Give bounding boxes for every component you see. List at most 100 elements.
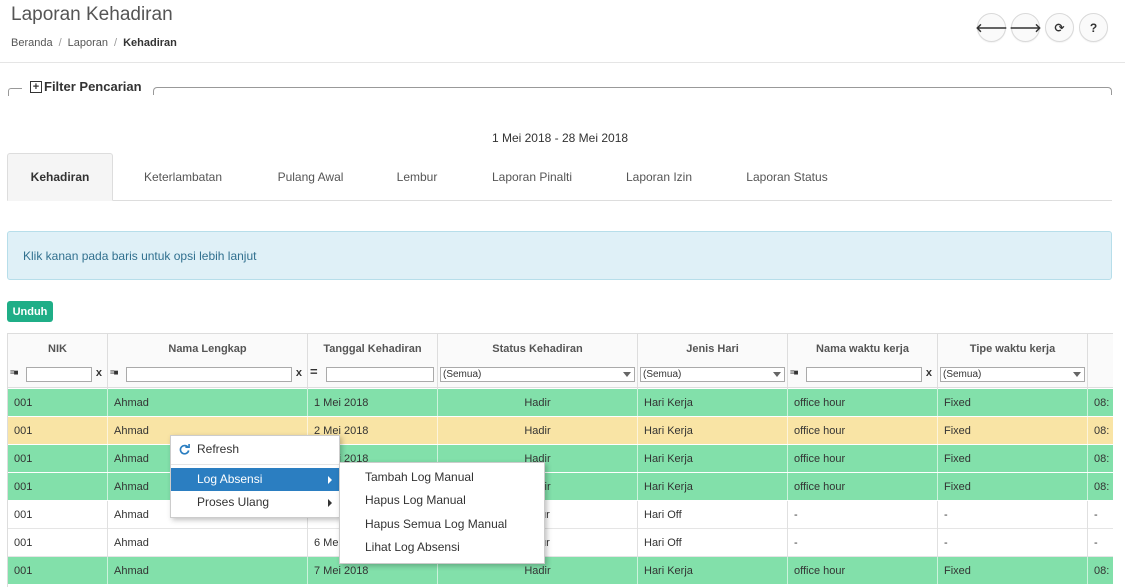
- menu-item-proses-ulang[interactable]: Proses Ulang: [171, 491, 339, 514]
- filter-jenis-hari-select[interactable]: (Semua): [640, 367, 785, 382]
- column-header-nik[interactable]: NIK =■ x: [8, 334, 108, 389]
- tab-pulang-awal[interactable]: Pulang Awal: [263, 153, 358, 201]
- filter-operator-icon[interactable]: =■: [10, 368, 18, 377]
- question-icon: ?: [1089, 20, 1098, 35]
- table-cell: -: [1088, 529, 1113, 557]
- grid-header: NIK =■ x Nama Lengkap =■ x Tanggal Kehad…: [8, 333, 1113, 389]
- table-cell: Hari Kerja: [638, 557, 788, 585]
- table-cell: Fixed: [938, 417, 1088, 445]
- filter-fieldset-border: [8, 88, 22, 96]
- table-cell: 08:: [1088, 417, 1113, 445]
- filter-operator-icon[interactable]: =■: [790, 368, 798, 377]
- menu-item-tambah-log[interactable]: Tambah Log Manual: [340, 466, 544, 489]
- clear-filter-icon[interactable]: x: [296, 367, 302, 379]
- report-tabs: Kehadiran Keterlambatan Pulang Awal Lemb…: [7, 153, 1112, 201]
- table-cell: Hari Kerja: [638, 389, 788, 417]
- breadcrumb-current: Kehadiran: [123, 37, 177, 49]
- breadcrumb: Beranda / Laporan / Kehadiran: [11, 37, 177, 49]
- filter-panel: + Filter Pencarian: [8, 78, 1112, 98]
- table-cell: 001: [8, 557, 108, 585]
- forward-button[interactable]: 🡒: [1009, 13, 1042, 42]
- tab-laporan-izin[interactable]: Laporan Izin: [611, 153, 707, 201]
- table-cell: 08:: [1088, 557, 1113, 585]
- table-cell: 001: [8, 473, 108, 501]
- table-cell: -: [938, 501, 1088, 529]
- table-cell: 08:: [1088, 445, 1113, 473]
- menu-item-hapus-semua-log[interactable]: Hapus Semua Log Manual: [340, 513, 544, 536]
- tab-keterlambatan[interactable]: Keterlambatan: [125, 153, 241, 201]
- table-cell: Hadir: [438, 417, 638, 445]
- table-cell: Hari Kerja: [638, 417, 788, 445]
- table-row[interactable]: 001 Ahmad 1 Mei 2018 Hadir Hari Kerja office …: [8, 389, 1113, 417]
- chevron-right-icon: [328, 499, 332, 507]
- clear-filter-icon[interactable]: x: [926, 367, 932, 379]
- column-header-status[interactable]: Status Kehadiran (Semua): [438, 334, 638, 389]
- filter-operator-icon[interactable]: =: [310, 364, 318, 379]
- table-cell: -: [788, 501, 938, 529]
- table-cell: Hari Off: [638, 501, 788, 529]
- breadcrumb-home[interactable]: Beranda: [11, 37, 53, 49]
- table-row[interactable]: 001Ahmad6 Mei 2018LiburHari Off---: [8, 529, 1113, 557]
- tab-lembur[interactable]: Lembur: [381, 153, 453, 201]
- help-button[interactable]: ?: [1079, 13, 1108, 42]
- table-cell: office hour: [788, 417, 938, 445]
- menu-item-hapus-log[interactable]: Hapus Log Manual: [340, 489, 544, 512]
- filter-nama-input[interactable]: [126, 367, 292, 382]
- table-cell: Hari Kerja: [638, 445, 788, 473]
- filter-toggle[interactable]: Filter Pencarian: [44, 79, 142, 94]
- table-cell: Hari Kerja: [638, 473, 788, 501]
- table-cell: Ahmad: [108, 529, 308, 557]
- breadcrumb-separator: /: [114, 37, 118, 49]
- tab-kehadiran[interactable]: Kehadiran: [7, 153, 113, 201]
- table-cell: Fixed: [938, 473, 1088, 501]
- tab-laporan-status[interactable]: Laporan Status: [731, 153, 843, 201]
- column-header-nama-waktu[interactable]: Nama waktu kerja =■ x: [788, 334, 938, 389]
- table-cell: 08:: [1088, 473, 1113, 501]
- table-cell: 001: [8, 389, 108, 417]
- table-cell: office hour: [788, 557, 938, 585]
- table-cell: Ahmad: [108, 557, 308, 585]
- breadcrumb-separator: /: [58, 37, 62, 49]
- expand-icon[interactable]: +: [30, 81, 42, 93]
- filter-status-select[interactable]: (Semua): [440, 367, 635, 382]
- table-cell: Fixed: [938, 445, 1088, 473]
- tab-laporan-pinalti[interactable]: Laporan Pinalti: [477, 153, 587, 201]
- download-button[interactable]: Unduh: [7, 301, 53, 322]
- filter-nik-input[interactable]: [26, 367, 92, 382]
- menu-item-refresh[interactable]: Refresh: [171, 438, 339, 461]
- table-cell: 08:: [1088, 389, 1113, 417]
- clear-filter-icon[interactable]: x: [96, 367, 102, 379]
- column-header-jenis-hari[interactable]: Jenis Hari (Semua): [638, 334, 788, 389]
- refresh-button[interactable]: ⟳: [1045, 13, 1074, 42]
- table-cell: -: [1088, 501, 1113, 529]
- filter-tipe-waktu-select[interactable]: (Semua): [940, 367, 1085, 382]
- breadcrumb-laporan[interactable]: Laporan: [68, 37, 108, 49]
- filter-operator-icon[interactable]: =■: [110, 368, 118, 377]
- filter-nama-waktu-input[interactable]: [806, 367, 922, 382]
- menu-item-lihat-log[interactable]: Lihat Log Absensi: [340, 536, 544, 559]
- header-actions: 🡐 🡒 ⟳ ?: [975, 13, 1108, 42]
- table-cell: Hadir: [438, 389, 638, 417]
- filter-fieldset-border: [153, 87, 1112, 95]
- menu-item-log-absensi[interactable]: Log Absensi: [171, 468, 339, 491]
- chevron-right-icon: [328, 476, 332, 484]
- column-header-tanggal[interactable]: Tanggal Kehadiran =: [308, 334, 438, 389]
- page-title: Laporan Kehadiran: [11, 4, 173, 25]
- table-cell: office hour: [788, 473, 938, 501]
- filter-tanggal-input[interactable]: [326, 367, 434, 382]
- column-header-extra[interactable]: [1088, 334, 1113, 389]
- table-cell: office hour: [788, 389, 938, 417]
- column-header-tipe-waktu[interactable]: Tipe waktu kerja (Semua): [938, 334, 1088, 389]
- refresh-icon: [179, 444, 190, 455]
- chevron-down-icon: [1073, 372, 1081, 377]
- table-cell: Fixed: [938, 557, 1088, 585]
- table-cell: -: [788, 529, 938, 557]
- menu-divider: [171, 464, 339, 465]
- submenu-log-absensi: Tambah Log Manual Hapus Log Manual Hapus…: [339, 462, 545, 564]
- chevron-down-icon: [623, 372, 631, 377]
- table-row[interactable]: 001 Ahmad 7 Mei 2018 Hadir Hari Kerja office …: [8, 557, 1113, 585]
- table-cell: 1 Mei 2018: [308, 389, 438, 417]
- column-header-nama[interactable]: Nama Lengkap =■ x: [108, 334, 308, 389]
- back-button[interactable]: 🡐: [975, 13, 1008, 42]
- header-divider: [0, 62, 1125, 63]
